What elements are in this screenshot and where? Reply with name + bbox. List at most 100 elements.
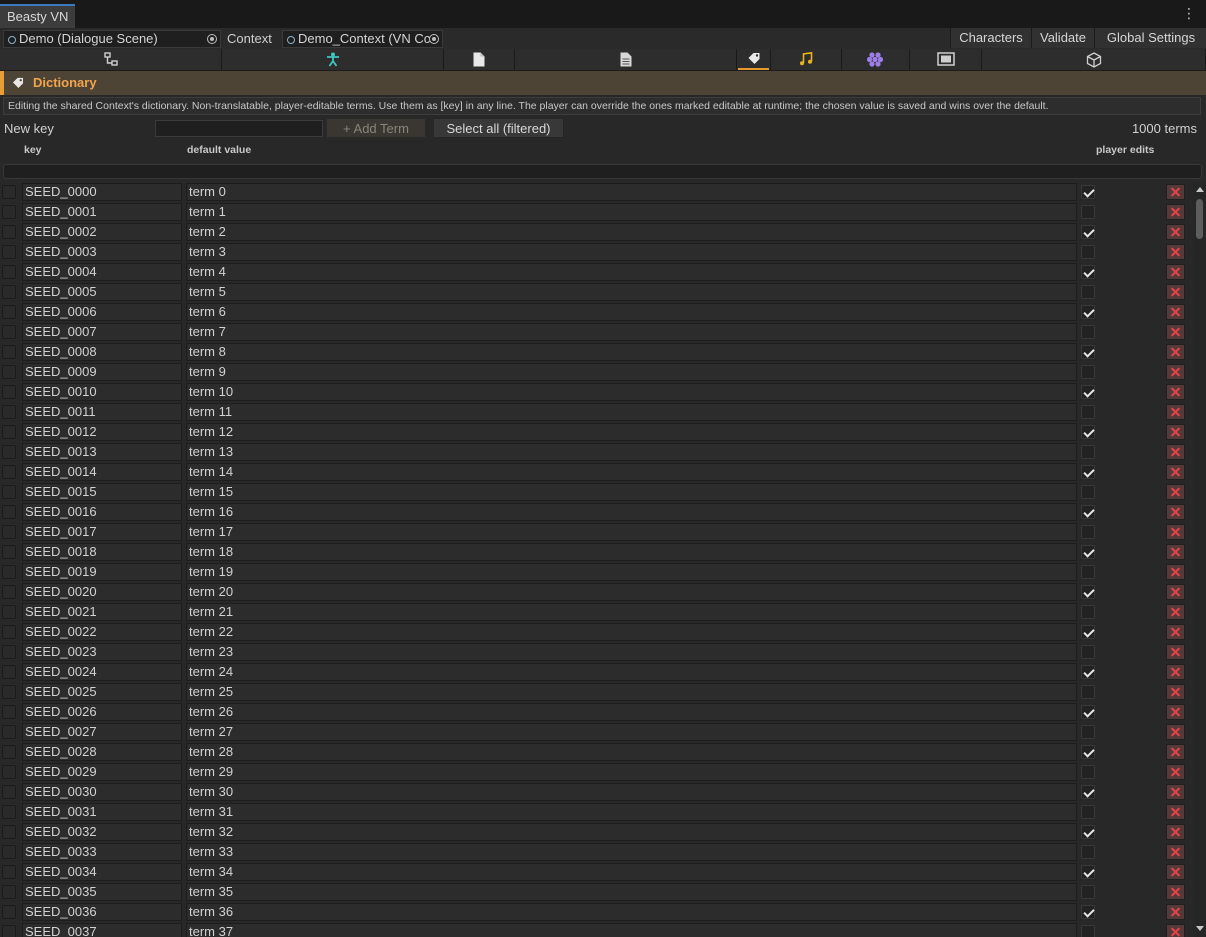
key-field[interactable]: SEED_0020 [22, 583, 182, 601]
key-field[interactable]: SEED_0012 [22, 423, 182, 441]
scene-object-field[interactable]: Demo (Dialogue Scene) [3, 30, 221, 48]
key-field[interactable]: SEED_0034 [22, 863, 182, 881]
scroll-up-arrow-icon[interactable] [1196, 187, 1204, 192]
tab-dictionary[interactable] [737, 49, 771, 70]
delete-term-button[interactable] [1166, 784, 1185, 800]
key-field[interactable]: SEED_0001 [22, 203, 182, 221]
row-select-checkbox[interactable] [2, 265, 16, 279]
key-field[interactable]: SEED_0009 [22, 363, 182, 381]
row-select-checkbox[interactable] [2, 525, 16, 539]
player-editable-checkbox[interactable] [1081, 845, 1095, 859]
player-editable-checkbox[interactable] [1081, 705, 1095, 719]
value-field[interactable]: term 32 [186, 823, 1077, 841]
player-editable-checkbox[interactable] [1081, 365, 1095, 379]
row-select-checkbox[interactable] [2, 385, 16, 399]
delete-term-button[interactable] [1166, 704, 1185, 720]
key-field[interactable]: SEED_0026 [22, 703, 182, 721]
key-field[interactable]: SEED_0025 [22, 683, 182, 701]
row-select-checkbox[interactable] [2, 205, 16, 219]
object-picker-icon[interactable] [207, 34, 217, 44]
key-field[interactable]: SEED_0027 [22, 723, 182, 741]
value-field[interactable]: term 21 [186, 603, 1077, 621]
validate-button[interactable]: Validate [1031, 28, 1094, 48]
value-field[interactable]: term 31 [186, 803, 1077, 821]
new-key-input[interactable] [155, 120, 323, 137]
delete-term-button[interactable] [1166, 824, 1185, 840]
value-field[interactable]: term 15 [186, 483, 1077, 501]
row-select-checkbox[interactable] [2, 225, 16, 239]
key-field[interactable]: SEED_0036 [22, 903, 182, 921]
value-field[interactable]: term 20 [186, 583, 1077, 601]
value-field[interactable]: term 3 [186, 243, 1077, 261]
player-editable-checkbox[interactable] [1081, 885, 1095, 899]
delete-term-button[interactable] [1166, 384, 1185, 400]
value-field[interactable]: term 36 [186, 903, 1077, 921]
row-select-checkbox[interactable] [2, 445, 16, 459]
value-field[interactable]: term 16 [186, 503, 1077, 521]
key-field[interactable]: SEED_0032 [22, 823, 182, 841]
player-editable-checkbox[interactable] [1081, 545, 1095, 559]
row-select-checkbox[interactable] [2, 485, 16, 499]
value-field[interactable]: term 1 [186, 203, 1077, 221]
delete-term-button[interactable] [1166, 184, 1185, 200]
value-field[interactable]: term 0 [186, 183, 1077, 201]
row-select-checkbox[interactable] [2, 725, 16, 739]
delete-term-button[interactable] [1166, 844, 1185, 860]
value-field[interactable]: term 22 [186, 623, 1077, 641]
tab-document[interactable] [515, 49, 737, 70]
player-editable-checkbox[interactable] [1081, 325, 1095, 339]
row-select-checkbox[interactable] [2, 825, 16, 839]
value-field[interactable]: term 24 [186, 663, 1077, 681]
delete-term-button[interactable] [1166, 324, 1185, 340]
value-field[interactable]: term 19 [186, 563, 1077, 581]
key-field[interactable]: SEED_0019 [22, 563, 182, 581]
value-field[interactable]: term 28 [186, 743, 1077, 761]
delete-term-button[interactable] [1166, 544, 1185, 560]
select-all-button[interactable]: Select all (filtered) [433, 118, 564, 138]
key-field[interactable]: SEED_0023 [22, 643, 182, 661]
key-field[interactable]: SEED_0010 [22, 383, 182, 401]
player-editable-checkbox[interactable] [1081, 745, 1095, 759]
key-field[interactable]: SEED_0002 [22, 223, 182, 241]
key-field[interactable]: SEED_0016 [22, 503, 182, 521]
key-field[interactable]: SEED_0011 [22, 403, 182, 421]
row-select-checkbox[interactable] [2, 605, 16, 619]
value-field[interactable]: term 17 [186, 523, 1077, 541]
player-editable-checkbox[interactable] [1081, 645, 1095, 659]
player-editable-checkbox[interactable] [1081, 445, 1095, 459]
key-field[interactable]: SEED_0022 [22, 623, 182, 641]
player-editable-checkbox[interactable] [1081, 565, 1095, 579]
value-field[interactable]: term 4 [186, 263, 1077, 281]
player-editable-checkbox[interactable] [1081, 665, 1095, 679]
value-field[interactable]: term 11 [186, 403, 1077, 421]
value-field[interactable]: term 10 [186, 383, 1077, 401]
key-field[interactable]: SEED_0014 [22, 463, 182, 481]
delete-term-button[interactable] [1166, 524, 1185, 540]
row-select-checkbox[interactable] [2, 285, 16, 299]
player-editable-checkbox[interactable] [1081, 385, 1095, 399]
key-field[interactable]: SEED_0013 [22, 443, 182, 461]
value-field[interactable]: term 33 [186, 843, 1077, 861]
row-select-checkbox[interactable] [2, 405, 16, 419]
tab-frame[interactable] [910, 49, 982, 70]
row-select-checkbox[interactable] [2, 705, 16, 719]
player-editable-checkbox[interactable] [1081, 245, 1095, 259]
window-tab[interactable]: Beasty VN [0, 4, 75, 28]
delete-term-button[interactable] [1166, 504, 1185, 520]
row-select-checkbox[interactable] [2, 765, 16, 779]
scrollbar-thumb[interactable] [1196, 199, 1203, 239]
tab-variables[interactable] [842, 49, 910, 70]
delete-term-button[interactable] [1166, 404, 1185, 420]
player-editable-checkbox[interactable] [1081, 425, 1095, 439]
player-editable-checkbox[interactable] [1081, 505, 1095, 519]
delete-term-button[interactable] [1166, 264, 1185, 280]
delete-term-button[interactable] [1166, 364, 1185, 380]
delete-term-button[interactable] [1166, 564, 1185, 580]
value-field[interactable]: term 27 [186, 723, 1077, 741]
key-field[interactable]: SEED_0029 [22, 763, 182, 781]
player-editable-checkbox[interactable] [1081, 685, 1095, 699]
delete-term-button[interactable] [1166, 224, 1185, 240]
row-select-checkbox[interactable] [2, 805, 16, 819]
value-field[interactable]: term 18 [186, 543, 1077, 561]
key-field[interactable]: SEED_0030 [22, 783, 182, 801]
